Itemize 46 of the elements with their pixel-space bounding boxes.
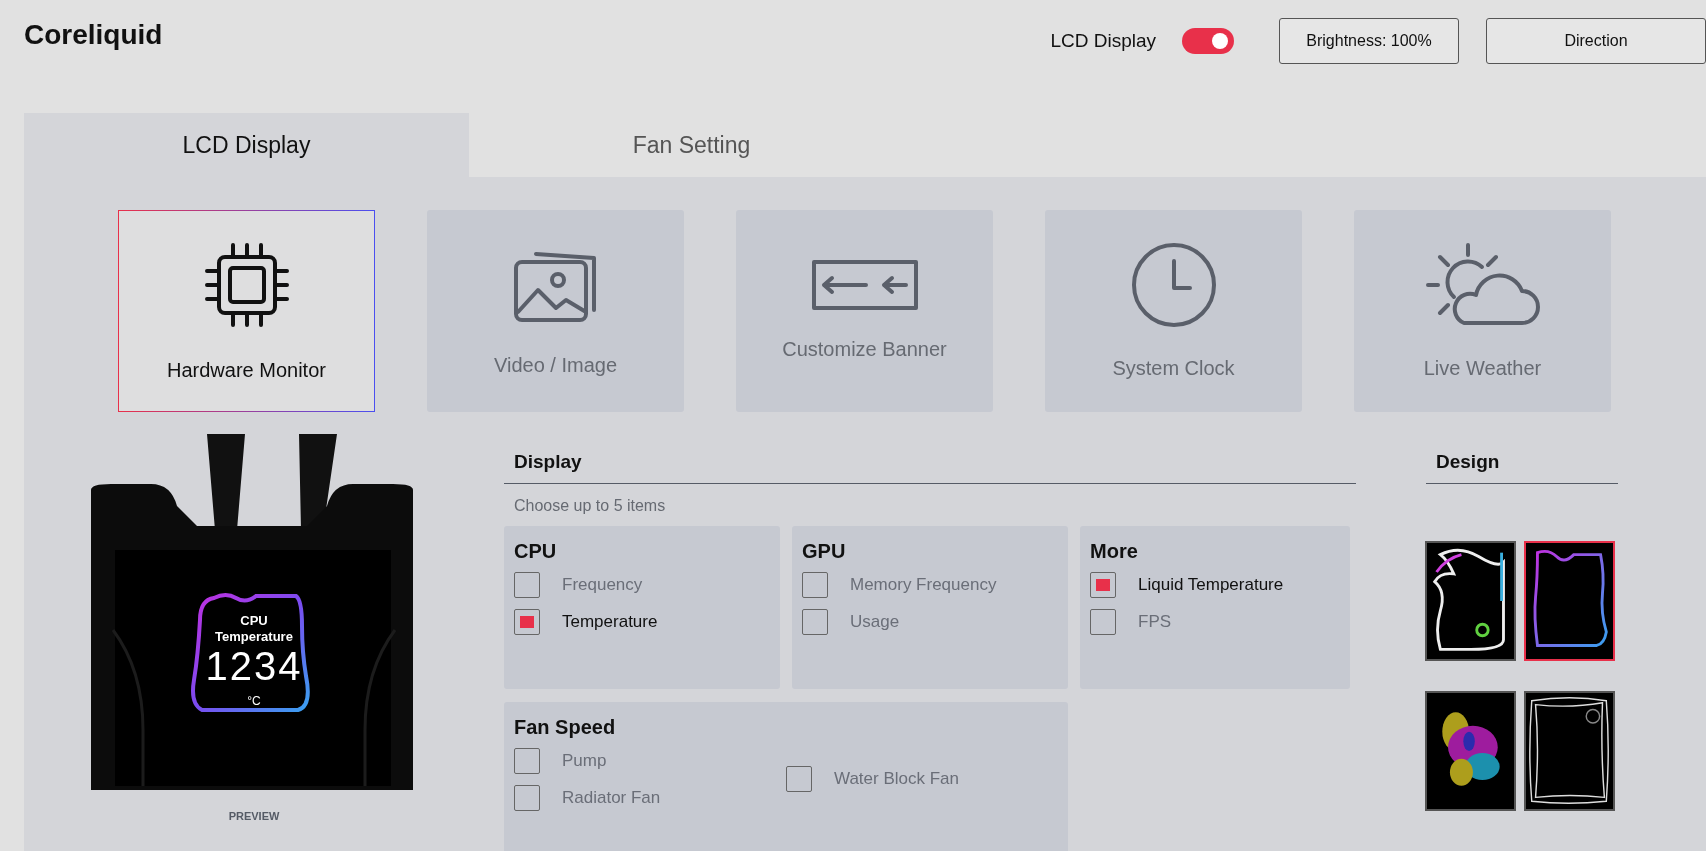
mode-card[interactable]: System Clock	[1045, 210, 1302, 412]
app-title: Coreliquid	[24, 18, 163, 52]
checkbox[interactable]	[786, 766, 812, 792]
group-title: GPU	[802, 538, 847, 564]
preview-label: PREVIEW	[228, 809, 280, 824]
tab[interactable]: LCD Display	[24, 113, 469, 177]
design-thumbnail[interactable]	[1425, 540, 1516, 661]
mode-card[interactable]: Hardware Monitor	[118, 210, 375, 412]
section-heading: Design	[1426, 448, 1618, 484]
checkbox[interactable]	[514, 571, 540, 598]
checkbox[interactable]	[1090, 571, 1116, 598]
design-thumbnail[interactable]	[1524, 690, 1615, 811]
checkbox-label: Water Block Fan	[834, 768, 960, 791]
checkbox[interactable]	[514, 784, 540, 811]
checkbox-label: Frequency	[562, 573, 643, 596]
mode-card[interactable]: Customize Banner	[736, 210, 993, 412]
checkbox[interactable]	[802, 571, 828, 598]
group-title: More	[1090, 538, 1139, 564]
lcd-toggle[interactable]	[1182, 28, 1234, 54]
checkbox-label: Usage	[850, 610, 900, 633]
checkbox-label: FPS	[1138, 610, 1172, 633]
hint-text: Choose up to 5 items	[513, 495, 667, 516]
checkbox-label: Radiator Fan	[562, 786, 661, 809]
banner-arrows-icon	[809, 258, 920, 312]
screen-unit: °C	[247, 693, 261, 711]
checkbox[interactable]	[1090, 608, 1116, 635]
checkbox-label: Liquid Temperature	[1138, 573, 1284, 596]
mode-card[interactable]: Live Weather	[1354, 210, 1611, 412]
header-button[interactable]: Direction	[1486, 18, 1706, 64]
mode-card[interactable]: Video / Image	[427, 210, 684, 412]
design-thumbnail[interactable]	[1524, 540, 1615, 661]
screen-title: CPU Temperature	[214, 613, 294, 645]
checkbox[interactable]	[514, 608, 540, 635]
header-button[interactable]: Brightness: 100%	[1279, 18, 1459, 64]
group-title: Fan Speed	[514, 714, 617, 740]
tab[interactable]: Fan Setting	[469, 113, 914, 177]
design-thumbnail[interactable]	[1425, 690, 1516, 811]
checkbox[interactable]	[802, 608, 828, 635]
checkbox-label: Temperature	[562, 610, 658, 633]
checkbox-label: Pump	[562, 749, 607, 772]
toggle-label: LCD Display	[1050, 28, 1156, 53]
group-title: CPU	[514, 538, 558, 564]
screen-value: 1234	[205, 644, 303, 689]
checkbox-label: Memory Frequency	[850, 573, 997, 596]
checkbox[interactable]	[514, 747, 540, 774]
section-heading: Display	[504, 448, 1356, 484]
